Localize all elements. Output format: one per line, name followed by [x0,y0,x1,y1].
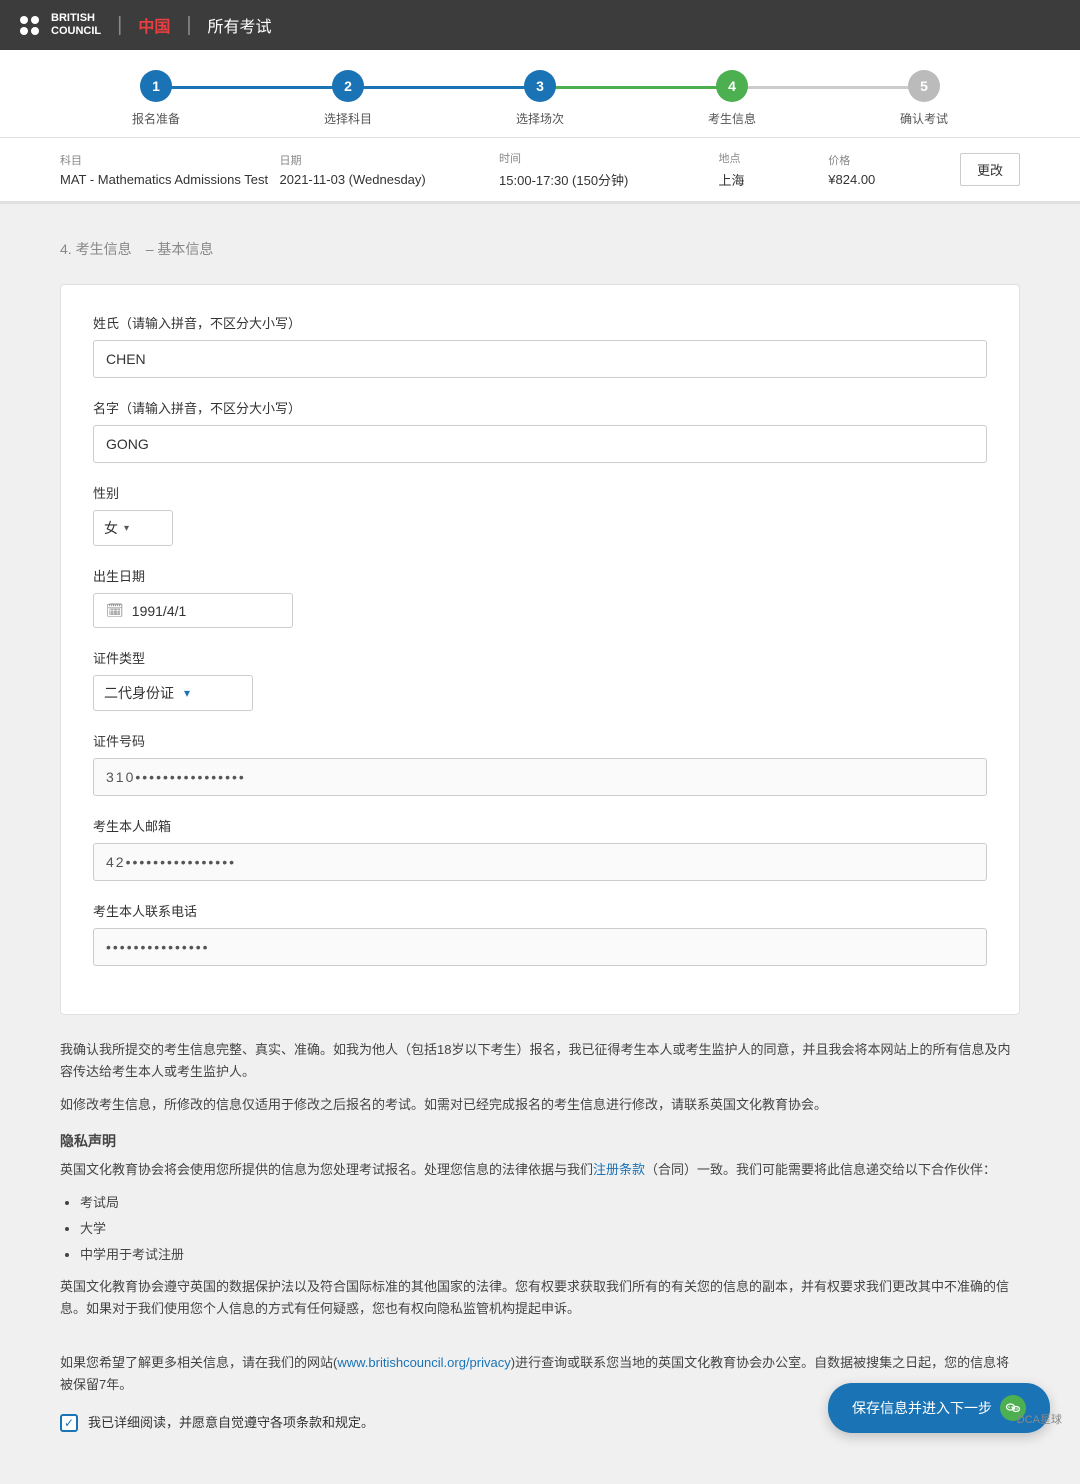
list-item-3: 中学用于考试注册 [80,1244,1020,1266]
privacy-text2: 英国文化教育协会遵守英国的数据保护法以及符合国际标准的其他国家的法律。您有权要求… [60,1276,1020,1320]
privacy-text1: 英国文化教育协会将会使用您所提供的信息为您处理考试报名。处理您信息的法律依据与我… [60,1159,1020,1181]
cert-type-label: 证件类型 [93,648,987,667]
price-label: 价格 [828,152,960,168]
dob-value: 1991/4/1 [132,603,187,619]
section-subtitle: – 基本信息 [146,241,214,257]
agreement-checkbox[interactable]: ✓ [60,1414,78,1432]
lastname-label: 姓氏（请输入拼音，不区分大小写） [93,313,987,332]
step-label-3: 选择场次 [516,110,564,127]
price-value: ¥824.00 [828,172,960,187]
email-input[interactable] [93,843,987,881]
phone-input[interactable] [93,928,987,966]
date-value: 2021-11-03 (Wednesday) [280,172,500,187]
step-circle-5: 5 [908,70,940,102]
agreement-label: 我已详细阅读，并愿意自觉遵守各项条款和规定。 [88,1412,374,1434]
cert-chevron-icon: ▾ [184,686,190,700]
phone-group: 考生本人联系电话 [93,901,987,966]
phone-label: 考生本人联系电话 [93,901,987,920]
email-label: 考生本人邮箱 [93,816,987,835]
gender-select[interactable]: 女 ▾ [93,510,173,546]
gender-value: 女 [104,518,118,538]
privacy-list: 考试局 大学 中学用于考试注册 [60,1192,1020,1266]
step-2: 2 选择科目 [252,70,444,127]
subject-label: 科目 [60,152,280,168]
privacy-link1[interactable]: 注册条款 [593,1162,645,1177]
notice-text1: 我确认我所提交的考生信息完整、真实、准确。如我为他人（包括18岁以下考生）报名，… [60,1039,1020,1083]
cert-num-group: 证件号码 [93,731,987,796]
page-header: BRITISH COUNCIL | 中国 | 所有考试 [0,0,1080,50]
step-circle-3: 3 [524,70,556,102]
form-card: 姓氏（请输入拼音，不区分大小写） 名字（请输入拼音，不区分大小写） 性别 女 ▾… [60,284,1020,1015]
header-china: 中国 [138,13,170,37]
dob-input[interactable]: 🗓 1991/4/1 [93,593,293,628]
step-1: 1 报名准备 [60,70,252,127]
step-connector-3 [540,86,732,89]
exam-subject-col: 科目 MAT - Mathematics Admissions Test [60,152,280,187]
logo: BRITISH COUNCIL [20,12,101,38]
time-label: 时间 [499,150,719,166]
calendar-icon: 🗓 [106,602,124,619]
exam-location-col: 地点 上海 [719,150,829,189]
header-divider: | [117,14,122,37]
notice-text2: 如修改考生信息，所修改的信息仅适用于修改之后报名的考试。如需对已经完成报名的考生… [60,1094,1020,1116]
dob-group: 出生日期 🗓 1991/4/1 [93,566,987,628]
firstname-group: 名字（请输入拼音，不区分大小写） [93,398,987,463]
gender-chevron-icon: ▾ [124,523,129,534]
privacy-title: 隐私声明 [60,1130,1020,1154]
exam-info-bar: 科目 MAT - Mathematics Admissions Test 日期 … [0,138,1080,204]
step-5: 5 确认考试 [828,70,1020,127]
gender-label: 性别 [93,483,987,502]
step-connector-2 [348,86,540,89]
step-circle-4: 4 [716,70,748,102]
step-circle-2: 2 [332,70,364,102]
checkmark-icon: ✓ [64,1413,74,1433]
save-button-label: 保存信息并进入下一步 [852,1398,992,1418]
main-content: 4. 考生信息 – 基本信息 姓氏（请输入拼音，不区分大小写） 名字（请输入拼音… [0,204,1080,1484]
exam-time-col: 时间 15:00-17:30 (150分钟) [499,150,719,189]
step-label-5: 确认考试 [900,110,948,127]
list-item-1: 考试局 [80,1192,1020,1214]
gender-group: 性别 女 ▾ [93,483,987,546]
subject-value: MAT - Mathematics Admissions Test [60,172,280,187]
location-label: 地点 [719,150,829,166]
cert-type-value: 二代身份证 [104,683,174,703]
lastname-input[interactable] [93,340,987,378]
header-divider2: | [186,14,191,37]
privacy-link2[interactable]: www.britishcouncil.org/privacy [337,1355,510,1370]
list-item-2: 大学 [80,1218,1020,1240]
progress-steps: 1 报名准备 2 选择科目 3 选择场次 4 考生信息 5 确认考试 [60,70,1020,137]
dob-label: 出生日期 [93,566,987,585]
firstname-label: 名字（请输入拼音，不区分大小写） [93,398,987,417]
date-label: 日期 [280,152,500,168]
step-connector-1 [156,86,348,89]
change-button[interactable]: 更改 [960,153,1020,186]
step-label-4: 考生信息 [708,110,756,127]
logo-dots [20,16,39,35]
progress-section: 1 报名准备 2 选择科目 3 选择场次 4 考生信息 5 确认考试 [0,50,1080,138]
header-title: 所有考试 [208,13,272,37]
step-label-1: 报名准备 [132,110,180,127]
step-3: 3 选择场次 [444,70,636,127]
step-connector-4 [732,86,924,89]
firstname-input[interactable] [93,425,987,463]
step-circle-1: 1 [140,70,172,102]
watermark: DCA星球 [1017,1411,1062,1427]
lastname-group: 姓氏（请输入拼音，不区分大小写） [93,313,987,378]
cert-type-select[interactable]: 二代身份证 ▾ [93,675,253,711]
cert-num-label: 证件号码 [93,731,987,750]
exam-price-col: 价格 ¥824.00 [828,152,960,187]
email-group: 考生本人邮箱 [93,816,987,881]
step-label-2: 选择科目 [324,110,372,127]
logo-text: BRITISH COUNCIL [51,12,101,38]
step-4: 4 考生信息 [636,70,828,127]
section-title: 4. 考生信息 – 基本信息 [60,234,1020,260]
time-value: 15:00-17:30 (150分钟) [499,170,719,189]
location-value: 上海 [719,170,829,189]
cert-type-group: 证件类型 二代身份证 ▾ [93,648,987,711]
cert-num-input[interactable] [93,758,987,796]
exam-date-col: 日期 2021-11-03 (Wednesday) [280,152,500,187]
